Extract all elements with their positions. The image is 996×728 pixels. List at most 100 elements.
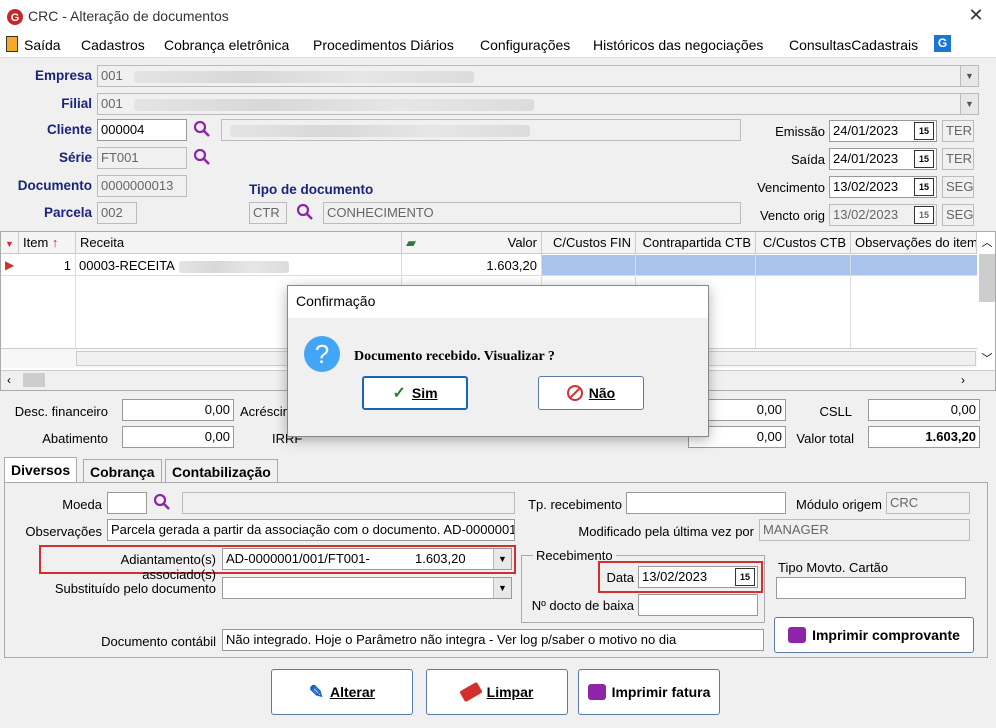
col-header-receita[interactable]: Receita [76,232,402,254]
tipo-doc-code[interactable]: CTR [249,202,287,224]
close-icon[interactable]: ✕ [964,5,988,26]
menu-cobranca-eletronica[interactable]: Cobrança eletrônica [164,37,289,53]
tab-cobranca[interactable]: Cobrança [83,459,162,483]
vencto-orig-input[interactable]: 13/02/2023 15 [829,204,937,226]
moeda-name [182,492,515,514]
observacoes-input[interactable]: Parcela gerada a partir da associação co… [107,519,515,541]
desc-fin-input[interactable]: 0,00 [122,399,234,421]
empresa-label: Empresa [34,68,92,83]
vencimento-input[interactable]: 13/02/2023 15 [829,176,937,198]
col-header-item[interactable]: Item ↑ [19,232,76,254]
dialog-title: Confirmação [288,286,708,318]
window-title: CRC - Alteração de documentos [28,8,229,24]
app-logo-icon: G [7,9,23,25]
documento-input[interactable]: 0000000013 [97,175,187,197]
question-icon: ? [304,336,340,372]
ndocto-input[interactable] [638,594,758,616]
tab-contabilizacao[interactable]: Contabilização [165,459,278,483]
menu-historicos[interactable]: Históricos das negociações [593,37,763,53]
abatimento-input[interactable]: 0,00 [122,426,234,448]
filial-label: Filial [61,96,92,111]
chevron-down-icon[interactable]: ▼ [960,66,978,86]
menu-cadastros[interactable]: Cadastros [81,37,145,53]
scroll-left-icon: ‹ [7,373,11,387]
abatimento-label: Abatimento [42,431,108,446]
substituido-label: Substituído pelo documento [54,581,216,596]
scroll-up-icon[interactable]: ︿ [979,232,995,254]
svg-text:G: G [11,12,20,24]
imprimir-comprovante-button[interactable]: Imprimir comprovante [774,617,974,653]
menu-saida[interactable]: Saída [24,37,61,53]
eraser-icon [458,681,483,703]
limpar-button[interactable]: Limpar [426,669,568,715]
row-highlight [542,255,977,275]
title-bar: G CRC - Alteração de documentos ✕ [0,0,996,32]
calendar-icon[interactable]: 15 [914,178,934,196]
table-row[interactable]: ▶ 1 00003-RECEITA 1.603,20 [1,255,977,276]
empresa-combo[interactable]: 001 ▼ [97,65,979,87]
modulo-origem-label: Módulo origem [796,497,882,512]
calendar-icon[interactable]: 15 [914,122,934,140]
observacoes-label: Observações [25,524,102,539]
search-icon[interactable] [193,148,211,166]
emissao-day: TER [942,120,974,142]
filial-combo[interactable]: 001 ▼ [97,93,979,115]
valor-total-label: Valor total [796,431,854,446]
substituido-combo[interactable]: ▼ [222,577,512,599]
cliente-code-input[interactable]: 000004 [97,119,187,141]
data-input[interactable]: 13/02/2023 15 [638,566,758,588]
app-g-icon[interactable]: G [934,35,951,52]
scroll-right-icon: › [961,373,965,387]
vencto-orig-label: Vencto orig [759,208,825,223]
chevron-down-icon[interactable]: ▼ [960,94,978,114]
col-header-custos-ctb[interactable]: C/Custos CTB [756,232,851,254]
search-icon[interactable] [193,120,211,138]
saida-label: Saída [791,152,825,167]
saida-day: TER [942,148,974,170]
adiantamento-combo[interactable]: AD-0000001/001/FT001- 1.603,20 ▼ [222,548,512,570]
col-header-contrapartida[interactable]: Contrapartida CTB [636,232,756,254]
menu-bar: Saída Cadastros Cobrança eletrônica Proc… [0,32,996,58]
data-label: Data [606,570,634,585]
valor-total-input[interactable]: 1.603,20 [868,426,980,448]
scroll-down-icon[interactable]: ﹀ [979,350,995,366]
pencil-icon: ✎ [308,681,324,702]
money-icon: ▰ [406,235,416,250]
ndocto-label: Nº docto de baixa [531,598,634,613]
col-header-observacoes[interactable]: Observações do item [851,232,977,254]
tp-recebimento-input[interactable] [626,492,786,514]
moeda-input[interactable] [107,492,147,514]
calendar-icon[interactable]: 15 [735,568,755,586]
vencto-orig-day: SEG [942,204,974,226]
parcela-input[interactable]: 002 [97,202,137,224]
csll-input[interactable]: 0,00 [868,399,980,421]
tab-diversos[interactable]: Diversos [4,457,78,483]
calendar-icon[interactable]: 15 [914,150,934,168]
search-icon[interactable] [153,493,171,511]
modificado-input: MANAGER [759,519,970,541]
saida-input[interactable]: 24/01/2023 15 [829,148,937,170]
yes-button[interactable]: ✓ Sim [362,376,468,410]
chevron-down-icon[interactable]: ▼ [493,549,511,569]
emissao-input[interactable]: 24/01/2023 15 [829,120,937,142]
imprimir-fatura-button[interactable]: Imprimir fatura [578,669,720,715]
menu-consultas-cadastrais[interactable]: ConsultasCadastrais [789,37,918,53]
menu-procedimentos-diarios[interactable]: Procedimentos Diários [313,37,454,53]
menu-configuracoes[interactable]: Configurações [480,37,570,53]
row-pointer-icon: ▶ [5,258,15,272]
no-button[interactable]: Não [538,376,644,410]
calendar-icon[interactable]: 15 [914,206,934,224]
alterar-button[interactable]: ✎ Alterar [271,669,413,715]
chevron-down-icon[interactable]: ▼ [493,578,511,598]
doc-contabil-input[interactable]: Não integrado. Hoje o Parâmetro não inte… [222,629,764,651]
serie-input[interactable]: FT001 [97,147,187,169]
desc-fin-label: Desc. financeiro [14,404,108,419]
vencimento-label: Vencimento [757,180,825,195]
tp-recebimento-label: Tp. recebimento [528,497,622,512]
search-icon[interactable] [296,203,314,221]
col-header-valor[interactable]: ▰ Valor [402,232,542,254]
tipo-movto-input[interactable] [776,577,966,599]
moeda-label: Moeda [62,497,102,512]
vertical-scrollbar-thumb[interactable] [979,254,995,302]
col-header-custos-fin[interactable]: C/Custos FIN [542,232,636,254]
